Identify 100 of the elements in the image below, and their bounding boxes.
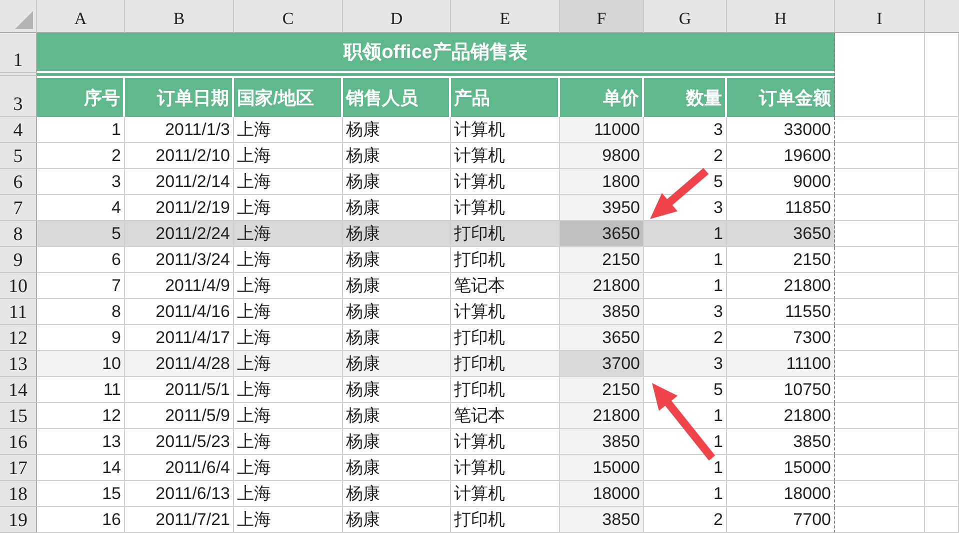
table-cell: 上海 bbox=[234, 299, 343, 325]
empty-cell[interactable] bbox=[925, 429, 959, 455]
row-header[interactable]: 17 bbox=[0, 455, 37, 481]
table-cell: 2011/7/21 bbox=[125, 507, 234, 533]
table-cell: 上海 bbox=[234, 351, 343, 377]
column-header[interactable]: D bbox=[343, 0, 451, 33]
table-cell: 2150 bbox=[727, 247, 835, 273]
column-heading: 数量 bbox=[644, 76, 727, 117]
table-cell: 11550 bbox=[727, 299, 835, 325]
table-cell: 2011/5/9 bbox=[125, 403, 234, 429]
table-cell: 19600 bbox=[727, 143, 835, 169]
row-header[interactable]: 14 bbox=[0, 377, 37, 403]
empty-cell[interactable] bbox=[925, 143, 959, 169]
column-heading: 产品 bbox=[451, 76, 560, 117]
column-header[interactable] bbox=[925, 0, 959, 33]
table-cell: 2011/4/16 bbox=[125, 299, 234, 325]
table-cell: 11 bbox=[37, 377, 125, 403]
table-cell: 13 bbox=[37, 429, 125, 455]
column-header[interactable]: G bbox=[644, 0, 727, 33]
table-cell: 3 bbox=[644, 299, 727, 325]
table-cell: 杨康 bbox=[343, 351, 451, 377]
empty-cell[interactable] bbox=[925, 507, 959, 533]
table-cell: 2150 bbox=[560, 247, 644, 273]
table-cell: 打印机 bbox=[451, 377, 560, 403]
row-header[interactable]: 16 bbox=[0, 429, 37, 455]
table-cell: 上海 bbox=[234, 429, 343, 455]
table-cell: 杨康 bbox=[343, 195, 451, 221]
column-header[interactable]: E bbox=[451, 0, 560, 33]
row-header[interactable]: 12 bbox=[0, 325, 37, 351]
row-header[interactable]: 15 bbox=[0, 403, 37, 429]
row-header[interactable]: 7 bbox=[0, 195, 37, 221]
empty-cell[interactable] bbox=[925, 247, 959, 273]
table-cell: 笔记本 bbox=[451, 403, 560, 429]
table-cell: 上海 bbox=[234, 117, 343, 143]
table-cell: 打印机 bbox=[451, 351, 560, 377]
table-cell: 上海 bbox=[234, 507, 343, 533]
table-cell: 杨康 bbox=[343, 143, 451, 169]
column-header[interactable]: C bbox=[234, 0, 343, 33]
table-cell: 杨康 bbox=[343, 429, 451, 455]
row-header[interactable]: 10 bbox=[0, 273, 37, 299]
table-cell: 上海 bbox=[234, 403, 343, 429]
row-header[interactable]: 3 bbox=[0, 76, 37, 117]
table-cell: 3850 bbox=[560, 507, 644, 533]
row-header[interactable]: 18 bbox=[0, 481, 37, 507]
table-cell: 上海 bbox=[234, 247, 343, 273]
table-cell: 18000 bbox=[560, 481, 644, 507]
select-all-corner[interactable] bbox=[0, 0, 37, 33]
row-header[interactable]: 13 bbox=[0, 351, 37, 377]
empty-cell[interactable] bbox=[925, 481, 959, 507]
table-cell: 打印机 bbox=[451, 507, 560, 533]
row-header[interactable]: 8 bbox=[0, 221, 37, 247]
empty-cell[interactable] bbox=[925, 195, 959, 221]
table-cell: 9800 bbox=[560, 143, 644, 169]
table-cell: 打印机 bbox=[451, 221, 560, 247]
row-header[interactable]: 11 bbox=[0, 299, 37, 325]
table-cell: 打印机 bbox=[451, 247, 560, 273]
empty-cell[interactable] bbox=[925, 403, 959, 429]
row-header[interactable]: 1 bbox=[0, 33, 37, 73]
table-cell: 8 bbox=[37, 299, 125, 325]
table-cell: 21800 bbox=[560, 403, 644, 429]
table-cell: 上海 bbox=[234, 481, 343, 507]
table-cell: 杨康 bbox=[343, 169, 451, 195]
table-cell: 2011/4/28 bbox=[125, 351, 234, 377]
row-header[interactable]: 4 bbox=[0, 117, 37, 143]
table-cell: 6 bbox=[37, 247, 125, 273]
table-cell: 杨康 bbox=[343, 377, 451, 403]
table-cell: 11100 bbox=[727, 351, 835, 377]
row-header[interactable]: 19 bbox=[0, 507, 37, 533]
row-header[interactable]: 9 bbox=[0, 247, 37, 273]
row-header[interactable]: 5 bbox=[0, 143, 37, 169]
table-cell: 18000 bbox=[727, 481, 835, 507]
empty-cell[interactable] bbox=[925, 377, 959, 403]
table-cell: 上海 bbox=[234, 169, 343, 195]
table-cell: 上海 bbox=[234, 273, 343, 299]
table-cell: 2011/4/9 bbox=[125, 273, 234, 299]
column-header[interactable]: F bbox=[560, 0, 644, 33]
column-header[interactable]: A bbox=[37, 0, 125, 33]
empty-cell[interactable] bbox=[925, 351, 959, 377]
table-cell: 1 bbox=[644, 221, 727, 247]
empty-cell[interactable] bbox=[925, 455, 959, 481]
column-header[interactable]: H bbox=[727, 0, 835, 33]
column-header[interactable]: I bbox=[835, 0, 925, 33]
column-header[interactable]: B bbox=[125, 0, 234, 33]
empty-cell[interactable] bbox=[925, 76, 959, 117]
column-heading: 订单日期 bbox=[125, 76, 234, 117]
table-cell: 2011/5/1 bbox=[125, 377, 234, 403]
column-heading: 序号 bbox=[37, 76, 125, 117]
empty-cell[interactable] bbox=[925, 325, 959, 351]
empty-cell[interactable] bbox=[925, 299, 959, 325]
empty-cell[interactable] bbox=[925, 117, 959, 143]
empty-cell[interactable] bbox=[925, 273, 959, 299]
table-cell: 11850 bbox=[727, 195, 835, 221]
row-header[interactable]: 6 bbox=[0, 169, 37, 195]
empty-cell[interactable] bbox=[925, 169, 959, 195]
empty-cell[interactable] bbox=[925, 221, 959, 247]
table-cell: 1 bbox=[644, 273, 727, 299]
table-cell: 2 bbox=[644, 325, 727, 351]
table-cell: 打印机 bbox=[451, 325, 560, 351]
table-cell: 2011/2/24 bbox=[125, 221, 234, 247]
column-heading: 订单金额 bbox=[727, 76, 835, 117]
